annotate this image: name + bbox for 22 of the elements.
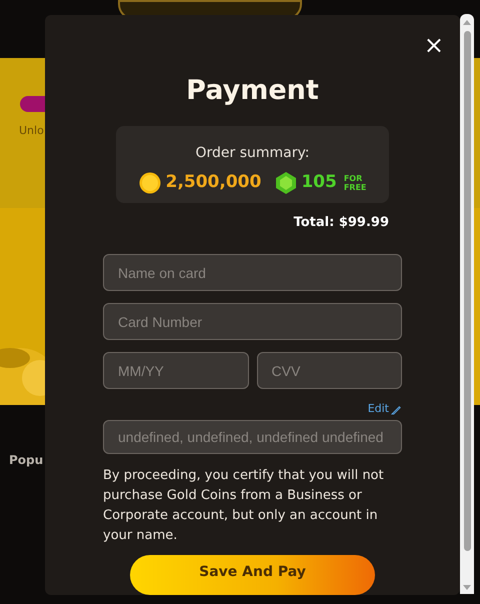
- banner-text: Unlo: [19, 123, 44, 139]
- summary-heading: Order summary:: [196, 144, 310, 163]
- gem-amount: 105: [301, 171, 337, 194]
- gem-icon: [276, 172, 296, 194]
- edit-link[interactable]: Edit: [368, 401, 402, 418]
- scroll-thumb[interactable]: [464, 31, 470, 551]
- save-and-pay-button[interactable]: Save And Pay: [130, 555, 375, 595]
- bonus-label: FOR FREE: [344, 174, 366, 192]
- disclaimer-text: By proceeding, you certify that you will not purchase Gold Coins from a Business or Corporate account, but only an account in your name.: [103, 467, 385, 545]
- section-title: Popu: [9, 452, 44, 469]
- close-button[interactable]: ×: [424, 33, 444, 57]
- dialog-title: Payment: [186, 77, 319, 104]
- input-field[interactable]: MM/YY: [103, 352, 248, 390]
- input-field[interactable]: Card Number: [103, 303, 402, 340]
- input-field[interactable]: Name on card: [103, 254, 402, 292]
- input-field[interactable]: CVV: [256, 352, 402, 390]
- scroll-down-icon: [463, 585, 471, 590]
- coin-icon: [138, 172, 161, 194]
- total-price: Total: $99.99: [294, 214, 389, 232]
- scroll-up-icon: [463, 20, 471, 25]
- pencil-icon: [391, 404, 402, 416]
- coin-amount: 2,500,000: [166, 171, 262, 194]
